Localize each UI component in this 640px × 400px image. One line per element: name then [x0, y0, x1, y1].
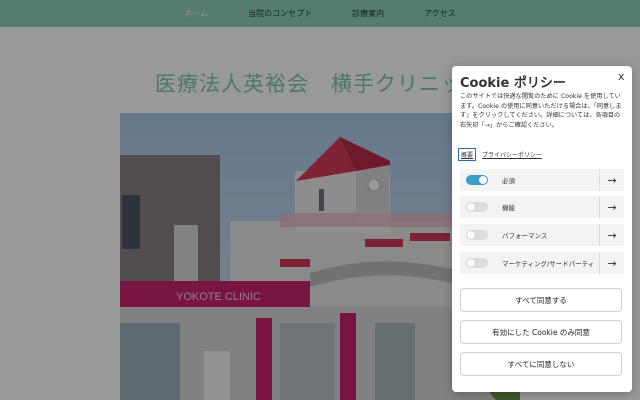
- performance-toggle[interactable]: [466, 230, 488, 240]
- privacy-policy-link[interactable]: プライバシーポリシー: [482, 150, 542, 159]
- marketing-toggle[interactable]: [466, 258, 488, 268]
- necessary-toggle[interactable]: [466, 175, 488, 185]
- cookie-links: 概要 プライバシーポリシー: [458, 148, 542, 161]
- overview-link[interactable]: 概要: [458, 148, 477, 161]
- cookie-category-performance: パフォーマンス →: [460, 224, 624, 246]
- arrow-right-icon[interactable]: →: [599, 169, 624, 191]
- accept-selected-button[interactable]: 有効にした Cookie のみ同意: [460, 320, 622, 344]
- arrow-right-icon[interactable]: →: [599, 252, 624, 274]
- category-label: 機能: [502, 204, 515, 212]
- reject-all-button[interactable]: すべてに同意しない: [460, 352, 622, 376]
- cookie-category-necessary: 必須 →: [460, 169, 624, 191]
- accept-all-button[interactable]: すべて同意する: [460, 288, 622, 312]
- cookie-category-functional: 機能 →: [460, 196, 624, 218]
- arrow-right-icon[interactable]: →: [599, 196, 624, 218]
- toggle-knob: [479, 176, 487, 184]
- category-label: 必須: [502, 177, 515, 185]
- toggle-knob: [467, 231, 475, 239]
- cookie-dialog-title: Cookie ポリシー: [460, 76, 566, 91]
- cookie-description: このサイトでは快適な閲覧のために Cookie を使用しています。Cookie …: [460, 93, 622, 129]
- functional-toggle[interactable]: [466, 202, 488, 212]
- arrow-right-icon[interactable]: →: [599, 224, 624, 246]
- close-icon[interactable]: x: [618, 70, 625, 83]
- cookie-category-marketing: マーケティング/サードパーティ →: [460, 252, 624, 274]
- toggle-knob: [467, 259, 475, 267]
- cookie-policy-dialog: Cookie ポリシー x このサイトでは快適な閲覧のために Cookie を使…: [452, 66, 632, 392]
- category-label: マーケティング/サードパーティ: [502, 260, 595, 268]
- toggle-knob: [467, 203, 475, 211]
- category-label: パフォーマンス: [502, 232, 548, 240]
